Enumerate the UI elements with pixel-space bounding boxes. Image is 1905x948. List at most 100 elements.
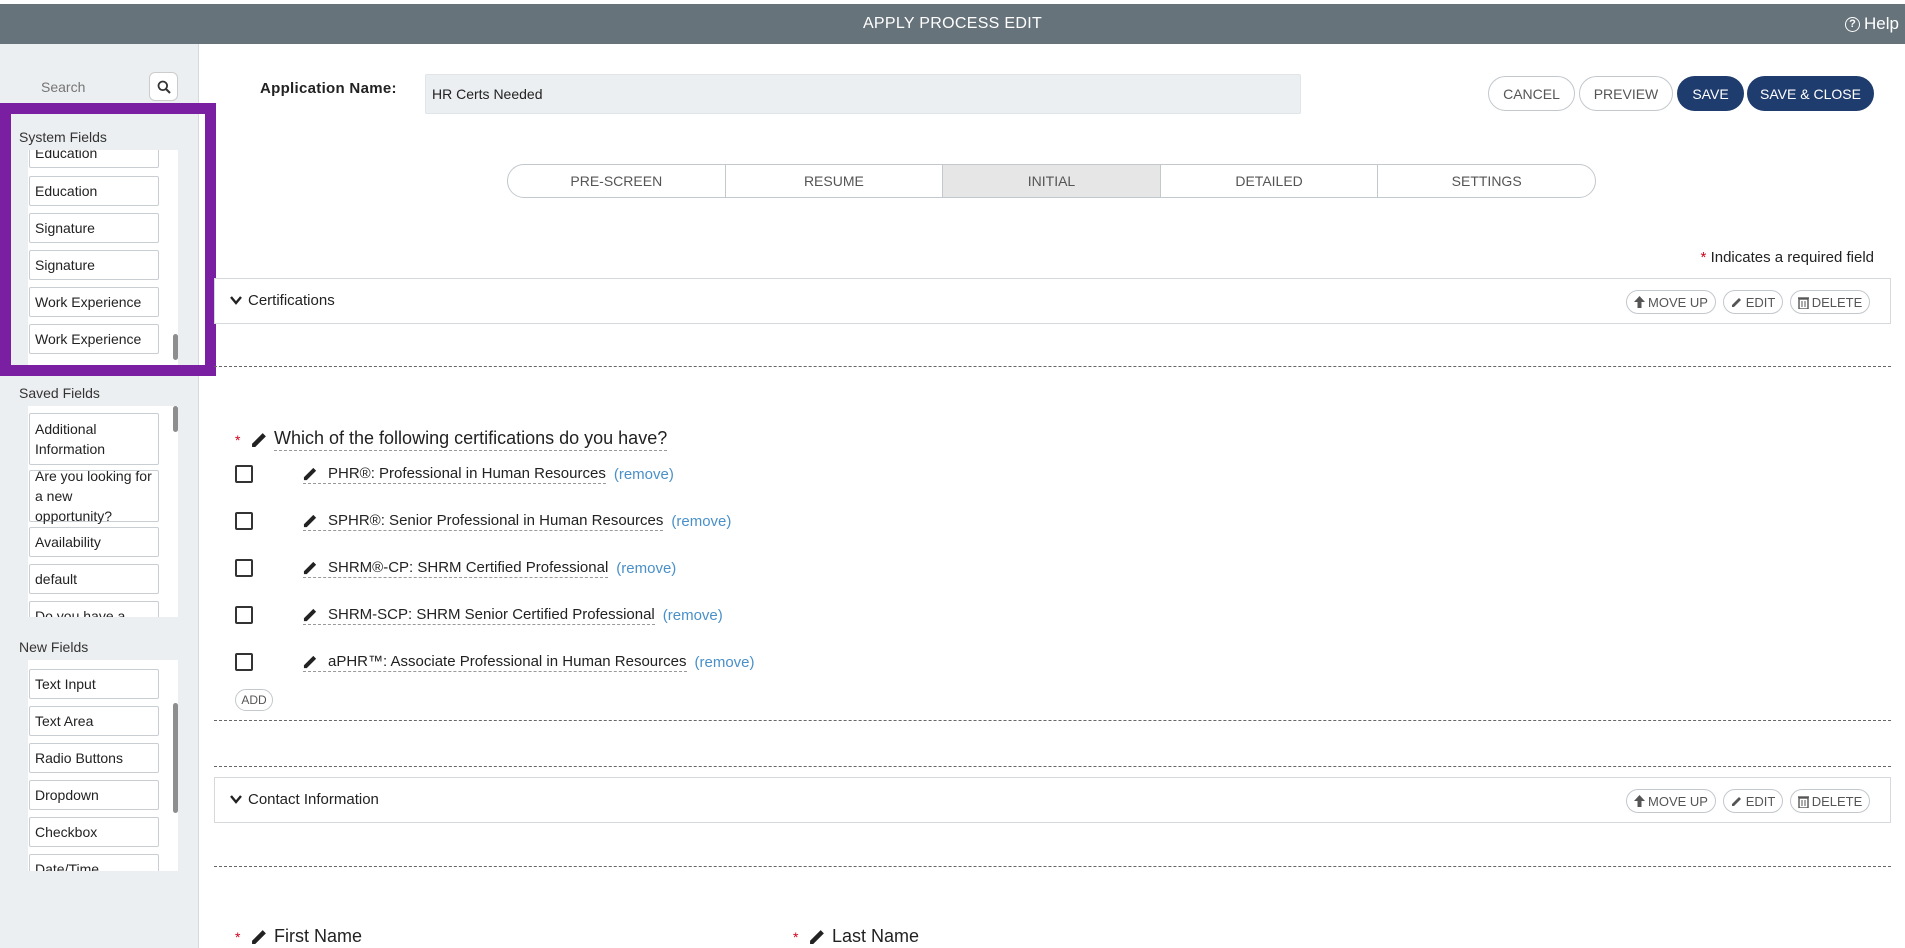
pencil-icon[interactable]	[303, 513, 318, 528]
field-item-additional-information[interactable]: Additional Information	[29, 413, 159, 465]
pencil-icon[interactable]	[303, 607, 318, 622]
cancel-button[interactable]: CANCEL	[1488, 76, 1575, 111]
pencil-icon	[1731, 298, 1741, 307]
remove-option-link[interactable]: (remove)	[616, 560, 676, 577]
tab-resume[interactable]: RESUME	[726, 165, 944, 197]
edit-button[interactable]: EDIT	[1723, 290, 1783, 314]
application-name-label: Application Name:	[260, 80, 397, 97]
add-option-button[interactable]: ADD	[235, 689, 273, 711]
help-link[interactable]: ? Help	[1845, 4, 1899, 44]
pencil-icon[interactable]	[303, 466, 318, 481]
last-name-field: * Last Name	[793, 926, 919, 947]
option-editable[interactable]: SHRM®-CP: SHRM Certified Professional	[303, 558, 609, 578]
option-label: SHRM®-CP: SHRM Certified Professional	[328, 558, 609, 576]
option-editable[interactable]: SPHR®: Senior Professional in Human Reso…	[303, 511, 664, 531]
section-contact-information: Contact Information MOVE UP EDIT DELETE	[214, 777, 1891, 823]
field-item-work-experience[interactable]: Work Experience	[29, 287, 159, 317]
tab-detailed[interactable]: DETAILED	[1161, 165, 1379, 197]
trash-icon	[1797, 795, 1809, 808]
search-input[interactable]	[21, 72, 149, 101]
field-item-do-you-have[interactable]: Do you have a	[29, 601, 159, 617]
save-button[interactable]: SAVE	[1677, 76, 1744, 111]
option-checkbox[interactable]	[235, 653, 253, 671]
edit-label: EDIT	[1745, 793, 1776, 809]
chevron-down-icon[interactable]	[229, 792, 243, 806]
field-palette-sidebar: System Fields Education Education Signat…	[0, 44, 199, 948]
option-checkbox[interactable]	[235, 606, 253, 624]
saved-fields-label: Saved Fields	[19, 385, 100, 401]
field-item-dropdown[interactable]: Dropdown	[29, 780, 159, 810]
move-up-button[interactable]: MOVE UP	[1626, 789, 1716, 813]
option-editable[interactable]: PHR®: Professional in Human Resources	[303, 465, 606, 484]
delete-button[interactable]: DELETE	[1790, 789, 1870, 813]
option-checkbox[interactable]	[235, 512, 253, 530]
pencil-icon[interactable]	[303, 654, 318, 669]
application-name-input[interactable]	[425, 74, 1301, 114]
arrow-up-icon	[1634, 296, 1646, 308]
last-name-label[interactable]: Last Name	[832, 926, 919, 947]
field-item-default[interactable]: default	[29, 564, 159, 594]
question-text[interactable]: Which of the following certifications do…	[274, 428, 668, 451]
step-tabs: PRE-SCREEN RESUME INITIAL DETAILED SETTI…	[507, 164, 1596, 198]
field-item-work-experience[interactable]: Work Experience	[29, 324, 159, 354]
pencil-icon[interactable]	[251, 431, 268, 448]
main-content: Application Name: CANCEL PREVIEW SAVE SA…	[200, 44, 1905, 948]
field-item-text-area[interactable]: Text Area	[29, 706, 159, 736]
field-item-signature[interactable]: Signature	[29, 250, 159, 280]
new-fields-scrollbar[interactable]	[173, 660, 178, 871]
saved-fields-scrollbar[interactable]	[173, 406, 178, 617]
required-star: *	[235, 928, 241, 945]
section-divider	[214, 366, 1891, 367]
option-checkbox[interactable]	[235, 465, 253, 483]
question-row: * Which of the following certifications …	[235, 428, 668, 451]
required-star: *	[1700, 249, 1707, 266]
arrow-up-icon	[1634, 795, 1646, 807]
field-item-checkbox[interactable]: Checkbox	[29, 817, 159, 847]
scrollbar-thumb[interactable]	[173, 406, 178, 432]
tab-settings[interactable]: SETTINGS	[1378, 165, 1595, 197]
system-fields-scrollbar[interactable]	[173, 150, 178, 365]
move-up-label: MOVE UP	[1648, 294, 1708, 310]
remove-option-link[interactable]: (remove)	[695, 654, 755, 671]
pencil-icon[interactable]	[303, 560, 318, 575]
field-item-signature[interactable]: Signature	[29, 213, 159, 243]
delete-button[interactable]: DELETE	[1790, 290, 1870, 314]
page-title: APPLY PROCESS EDIT	[862, 15, 1043, 32]
chevron-down-icon[interactable]	[229, 293, 243, 307]
search-icon	[157, 80, 171, 94]
section-certifications: Certifications MOVE UP EDIT DELETE	[214, 278, 1891, 324]
option-label: PHR®: Professional in Human Resources	[328, 464, 606, 482]
new-fields-label: New Fields	[19, 639, 89, 655]
field-item-education[interactable]: Education	[29, 150, 159, 168]
question-circle-icon: ?	[1845, 16, 1861, 32]
field-item-date-time[interactable]: Date/Time	[29, 854, 159, 871]
preview-button[interactable]: PREVIEW	[1579, 76, 1673, 111]
option-checkbox[interactable]	[235, 559, 253, 577]
move-up-label: MOVE UP	[1648, 793, 1708, 809]
field-item-availability[interactable]: Availability	[29, 527, 159, 557]
tab-initial[interactable]: INITIAL	[943, 165, 1161, 197]
required-star: *	[793, 928, 799, 945]
first-name-label[interactable]: First Name	[274, 926, 362, 947]
pencil-icon[interactable]	[251, 928, 268, 945]
option-editable[interactable]: SHRM-SCP: SHRM Senior Certified Professi…	[303, 606, 655, 625]
scrollbar-thumb[interactable]	[173, 334, 178, 360]
move-up-button[interactable]: MOVE UP	[1626, 290, 1716, 314]
option-row: aPHR™: Associate Professional in Human R…	[235, 650, 755, 674]
field-item-radio-buttons[interactable]: Radio Buttons	[29, 743, 159, 773]
save-and-close-button[interactable]: SAVE & CLOSE	[1747, 76, 1874, 111]
search-button[interactable]	[149, 72, 178, 101]
tab-pre-screen[interactable]: PRE-SCREEN	[508, 165, 726, 197]
field-item-education[interactable]: Education	[29, 176, 159, 206]
field-item-text-input[interactable]: Text Input	[29, 669, 159, 699]
scrollbar-thumb[interactable]	[173, 703, 178, 813]
option-editable[interactable]: aPHR™: Associate Professional in Human R…	[303, 653, 687, 672]
remove-option-link[interactable]: (remove)	[671, 513, 731, 530]
field-item-new-opportunity[interactable]: Are you looking for a new opportunity?	[29, 468, 159, 524]
required-note-text: Indicates a required field	[1710, 249, 1874, 266]
remove-option-link[interactable]: (remove)	[614, 466, 674, 483]
pencil-icon[interactable]	[809, 928, 826, 945]
remove-option-link[interactable]: (remove)	[663, 607, 723, 624]
edit-button[interactable]: EDIT	[1723, 789, 1783, 813]
option-label: SPHR®: Senior Professional in Human Reso…	[328, 511, 664, 529]
